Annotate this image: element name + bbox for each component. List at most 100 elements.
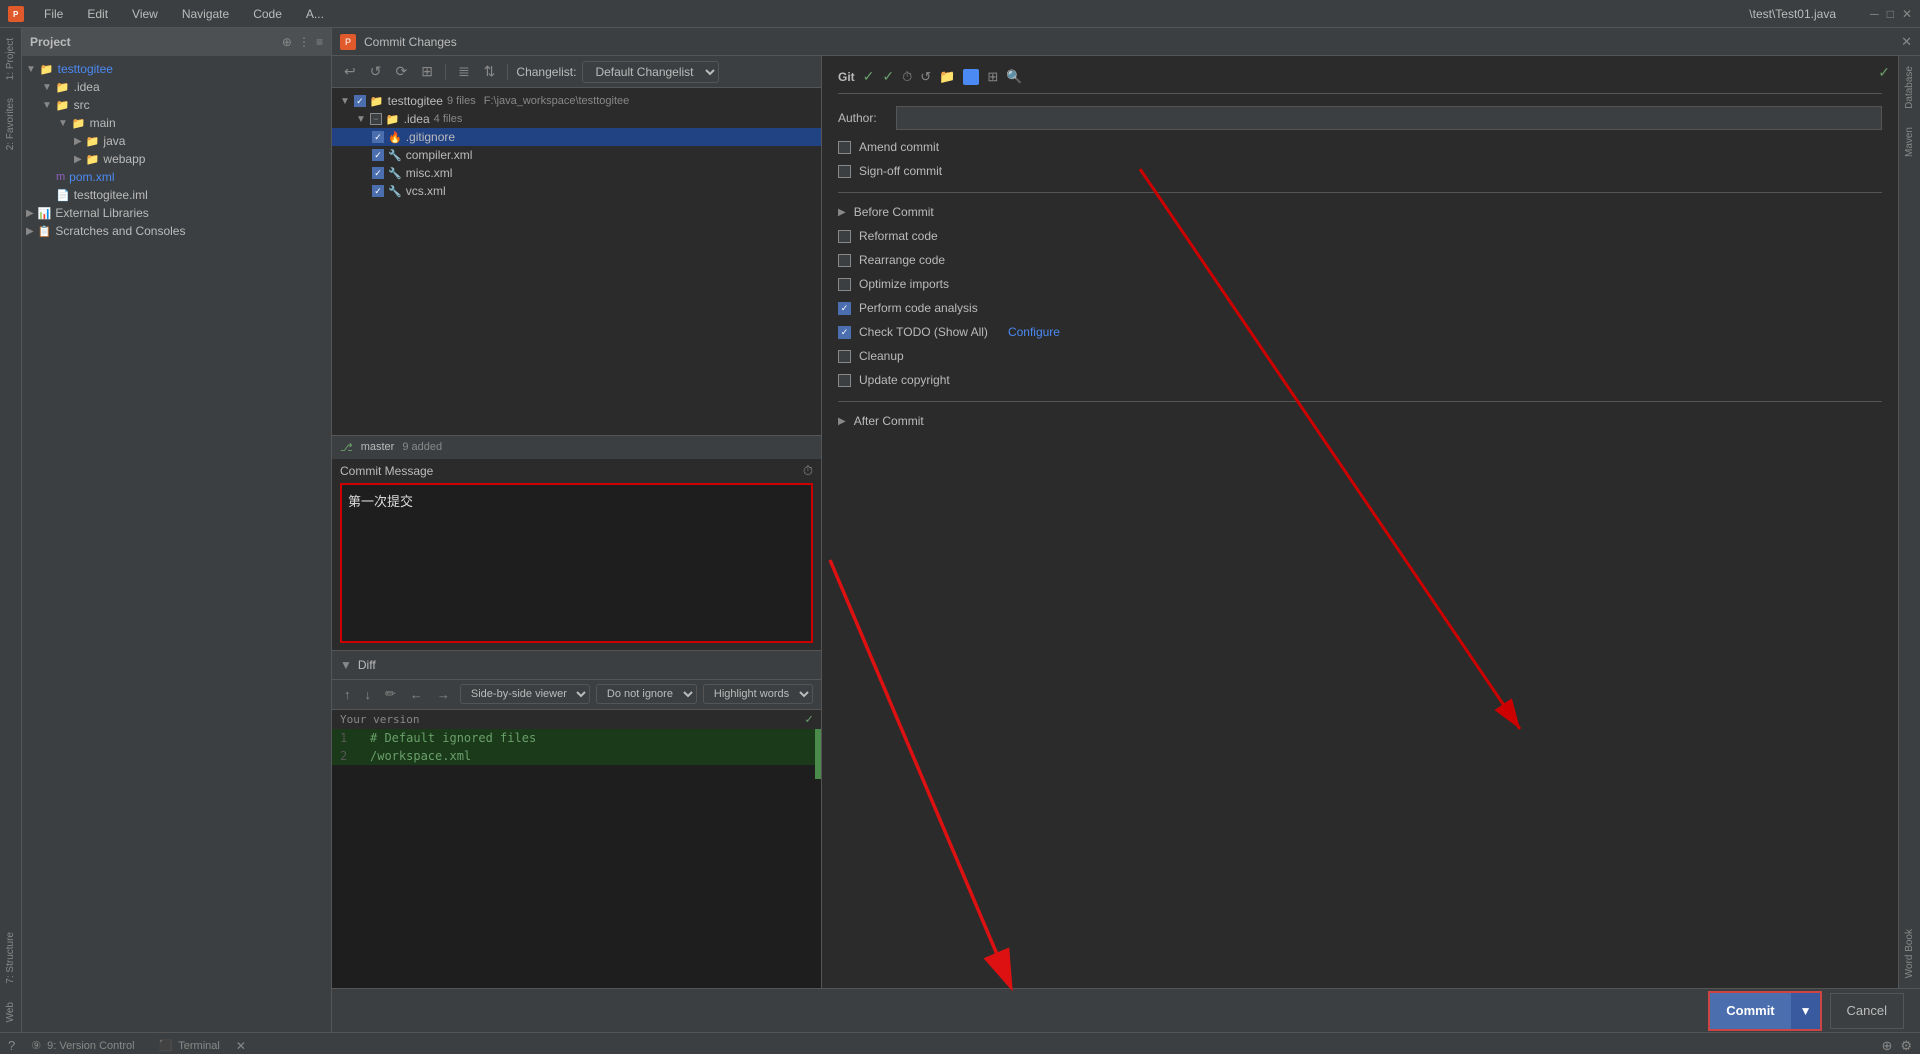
- bottom-tab-terminal-label: Terminal: [178, 1040, 220, 1052]
- toolbar-sort-btn[interactable]: ≣: [454, 61, 474, 82]
- menu-view[interactable]: View: [128, 5, 162, 23]
- commit-compiler-row[interactable]: 🔧 compiler.xml: [332, 146, 821, 164]
- configure-link[interactable]: Configure: [1008, 325, 1060, 339]
- author-label: Author:: [838, 111, 888, 125]
- commit-misc-row[interactable]: 🔧 misc.xml: [332, 164, 821, 182]
- tree-pom[interactable]: m pom.xml: [22, 168, 331, 186]
- diff-prev-btn[interactable]: ←: [406, 685, 427, 704]
- tree-src-label: src: [74, 98, 90, 112]
- diff-title[interactable]: Diff: [358, 658, 376, 672]
- tree-webapp[interactable]: ▶ 📁 webapp: [22, 150, 331, 168]
- commit-gitignore-checkbox[interactable]: [372, 131, 384, 143]
- cleanup-checkbox[interactable]: [838, 350, 851, 363]
- rearrange-label: Rearrange code: [859, 253, 945, 267]
- sidebar-tab-structure[interactable]: 7: Structure: [5, 926, 16, 990]
- sign-off-checkbox[interactable]: [838, 165, 851, 178]
- sidebar-tab-web[interactable]: Web: [5, 996, 16, 1028]
- vcs-icon: ⑨: [31, 1039, 41, 1052]
- commit-message-icon[interactable]: ⏱: [803, 463, 813, 479]
- cancel-button[interactable]: Cancel: [1830, 993, 1904, 1029]
- update-copyright-checkbox[interactable]: [838, 374, 851, 387]
- diff-viewer-select[interactable]: Side-by-side viewer: [460, 684, 590, 704]
- bottom-tab-vcs[interactable]: ⑨ 9: Version Control: [23, 1035, 142, 1054]
- changelist-select[interactable]: Default Changelist: [582, 61, 719, 83]
- git-search-icon[interactable]: 🔍: [1006, 69, 1022, 85]
- commit-root-row[interactable]: ▼ 📁 testtogitee 9 files F:\java_workspac…: [332, 92, 821, 110]
- diff-lock-btn[interactable]: 🔒: [819, 684, 821, 704]
- diff-highlight-select[interactable]: Highlight words: [703, 684, 813, 704]
- toolbar-refresh-btn[interactable]: ⟳: [391, 61, 411, 82]
- tree-root[interactable]: ▼ 📁 testtogitee: [22, 60, 331, 78]
- bottom-close-btn[interactable]: ✕: [236, 1039, 246, 1053]
- diff-version-label: Your version: [340, 713, 419, 726]
- commit-vcs-row[interactable]: 🔧 vcs.xml: [332, 182, 821, 200]
- tree-extlibs[interactable]: ▶ 📊 External Libraries: [22, 204, 331, 222]
- diff-section: ▼ Diff ↑ ↓ ✏ ← → Side-by-side viewer: [332, 650, 821, 989]
- reformat-checkbox[interactable]: [838, 230, 851, 243]
- commit-misc-checkbox[interactable]: [372, 167, 384, 179]
- menu-navigate[interactable]: Navigate: [178, 5, 233, 23]
- author-row: Author:: [838, 106, 1882, 130]
- menu-edit[interactable]: Edit: [83, 5, 112, 23]
- diff-ignore-select[interactable]: Do not ignore: [596, 684, 697, 704]
- commit-dropdown-button[interactable]: ▼: [1791, 993, 1820, 1029]
- amend-commit-checkbox[interactable]: [838, 141, 851, 154]
- panel-icon-globe[interactable]: ⊕: [282, 35, 292, 49]
- git-info-bar: ⎇ master 9 added: [332, 435, 821, 459]
- tree-idea-label: .idea: [74, 80, 100, 94]
- right-tab-wordbook[interactable]: Word Book: [1904, 923, 1915, 984]
- commit-message-input[interactable]: 第一次提交: [340, 483, 813, 643]
- commit-compiler-checkbox[interactable]: [372, 149, 384, 161]
- right-tab-database[interactable]: Database: [1904, 60, 1915, 115]
- sidebar-tab-favorites[interactable]: 2: Favorites: [5, 92, 16, 156]
- toolbar-sep2: [507, 64, 508, 80]
- menu-bar: P File Edit View Navigate Code A... \tes…: [0, 0, 1920, 28]
- perform-analysis-checkbox[interactable]: [838, 302, 851, 315]
- menu-file[interactable]: File: [40, 5, 67, 23]
- panel-collapse[interactable]: ≡: [316, 35, 323, 49]
- menu-code[interactable]: Code: [249, 5, 286, 23]
- diff-next-btn[interactable]: →: [433, 685, 454, 704]
- bottom-globe-icon[interactable]: ⊕: [1881, 1038, 1892, 1054]
- diff-edit-btn[interactable]: ✏: [381, 684, 400, 704]
- git-panel-check-icon[interactable]: ✓: [1878, 64, 1890, 81]
- optimize-checkbox[interactable]: [838, 278, 851, 291]
- diff-up-btn[interactable]: ↑: [340, 685, 355, 704]
- commit-main-button[interactable]: Commit: [1710, 993, 1790, 1029]
- after-commit-label: After Commit: [854, 414, 924, 428]
- perform-analysis-label: Perform code analysis: [859, 301, 978, 315]
- toolbar-filter-btn[interactable]: ⇅: [480, 61, 500, 82]
- tree-src[interactable]: ▼ 📁 src: [22, 96, 331, 114]
- update-copyright-label: Update copyright: [859, 373, 950, 387]
- commit-vcs-checkbox[interactable]: [372, 185, 384, 197]
- right-tab-maven[interactable]: Maven: [1904, 121, 1915, 163]
- toolbar-back-btn[interactable]: ↩: [340, 61, 360, 82]
- tree-iml[interactable]: 📄 testtogitee.iml: [22, 186, 331, 204]
- tree-main[interactable]: ▼ 📁 main: [22, 114, 331, 132]
- panel-icon-settings[interactable]: ⋮: [298, 35, 310, 49]
- check-todo-checkbox[interactable]: [838, 326, 851, 339]
- commit-root-checkbox[interactable]: [354, 95, 366, 107]
- panel-icons: ⊕ ⋮ ≡: [282, 35, 323, 49]
- cleanup-row: Cleanup: [838, 347, 1882, 365]
- tree-idea[interactable]: ▼ 📁 .idea: [22, 78, 331, 96]
- toolbar-grid-btn[interactable]: ⊞: [417, 61, 437, 82]
- menu-more[interactable]: A...: [302, 5, 328, 23]
- help-icon-bottom[interactable]: ?: [8, 1038, 15, 1053]
- commit-file-tree: ▼ 📁 testtogitee 9 files F:\java_workspac…: [332, 88, 821, 435]
- dialog-titlebar: P Commit Changes ✕: [332, 28, 1920, 56]
- commit-idea-checkbox[interactable]: [370, 113, 382, 125]
- commit-gitignore-row[interactable]: 🔥 .gitignore: [332, 128, 821, 146]
- toolbar-undo-btn[interactable]: ↺: [366, 61, 386, 82]
- diff-collapse-icon[interactable]: ▼: [340, 658, 352, 672]
- rearrange-checkbox[interactable]: [838, 254, 851, 267]
- tree-java[interactable]: ▶ 📁 java: [22, 132, 331, 150]
- commit-idea-row[interactable]: ▼ 📁 .idea 4 files: [332, 110, 821, 128]
- tree-iml-label: testtogitee.iml: [74, 188, 148, 202]
- tree-scratches[interactable]: ▶ 📋 Scratches and Consoles: [22, 222, 331, 240]
- sidebar-tab-project[interactable]: 1: Project: [5, 32, 16, 86]
- author-input[interactable]: [896, 106, 1882, 130]
- diff-down-btn[interactable]: ↓: [361, 685, 376, 704]
- bottom-settings-icon[interactable]: ⚙: [1900, 1038, 1912, 1054]
- bottom-tab-terminal[interactable]: ⬛ Terminal: [151, 1035, 228, 1054]
